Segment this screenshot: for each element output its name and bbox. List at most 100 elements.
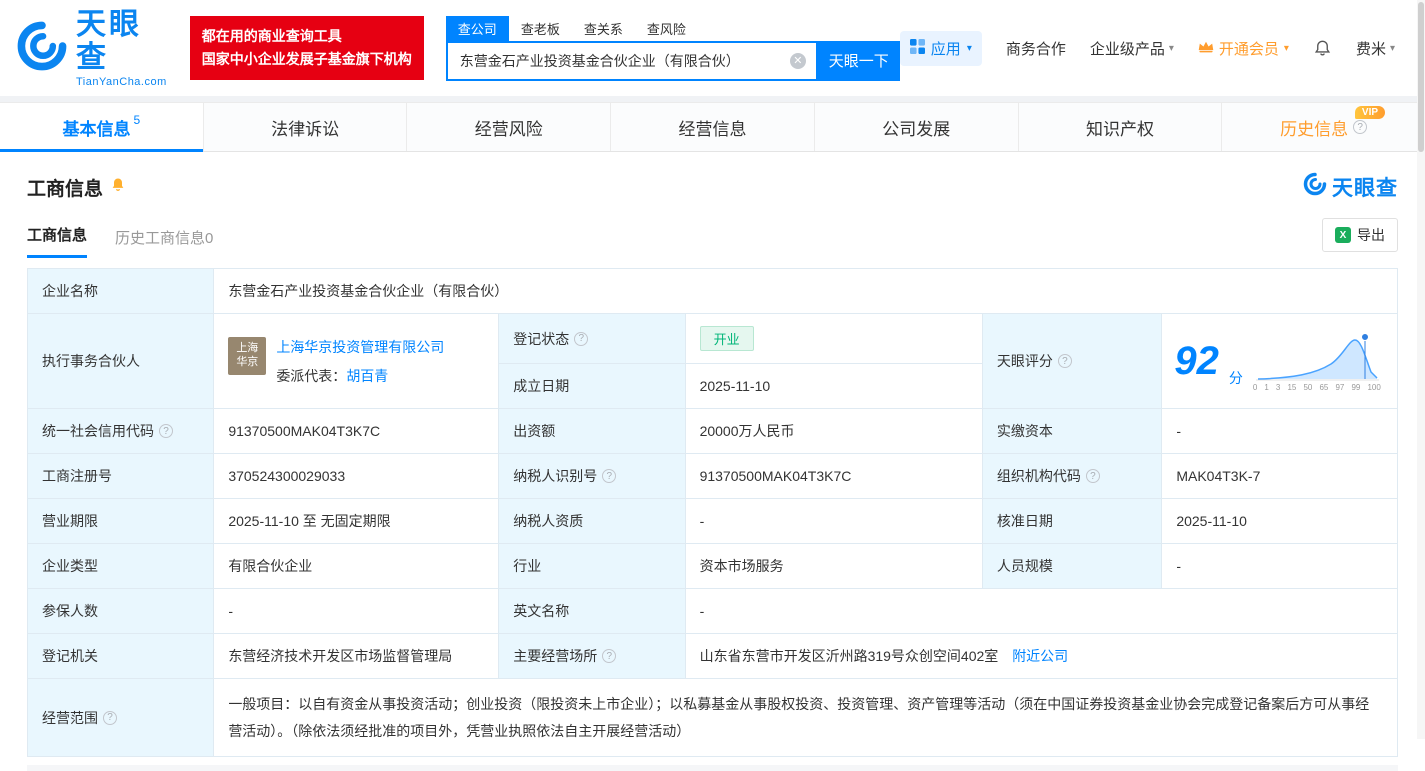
subtab-history-business-info[interactable]: 历史工商信息0 — [115, 227, 213, 258]
help-icon[interactable]: ? — [602, 469, 616, 483]
table-row: 登记机关 东营经济技术开发区市场监督管理局 主要经营场所 ? 山东省东营市开发区… — [28, 634, 1398, 679]
tab-operation-risk-label: 经营风险 — [475, 115, 543, 140]
help-icon[interactable]: ? — [103, 711, 117, 725]
taxpayer-id-label: 纳税人识别号 ? — [499, 454, 685, 499]
search-button[interactable]: 天眼一下 — [818, 41, 900, 81]
partner-logo: 上海 华京 — [228, 337, 266, 375]
insured-count-label: 参保人数 — [28, 589, 214, 634]
brand-watermark: 天眼查 — [1303, 172, 1398, 202]
business-address-label: 主要经营场所 ? — [499, 634, 685, 679]
vip-label: 开通会员 — [1219, 38, 1279, 59]
tab-basic-info[interactable]: 基本信息 5 — [0, 103, 204, 151]
table-row: 经营范围 ? 一般项目：以自有资金从事投资活动；创业投资（限投资未上市企业）；以… — [28, 679, 1398, 757]
table-row: 企业名称 东营金石产业投资基金合伙企业（有限合伙） — [28, 269, 1398, 314]
business-scope-value: 一般项目：以自有资金从事投资活动；创业投资（限投资未上市企业）；以私募基金从事股… — [214, 679, 1398, 757]
tianyan-score-cell: 92 分 0131550659799100 — [1162, 314, 1398, 409]
slogan-banner: 都在用的商业查询工具 国家中小企业发展子基金旗下机构 — [190, 16, 424, 80]
chevron-down-icon: ▾ — [967, 43, 972, 54]
search-box: ✕ — [446, 41, 818, 81]
search-tab-risk[interactable]: 查风险 — [635, 16, 698, 41]
apps-button[interactable]: 应用 ▾ — [900, 31, 982, 66]
company-name-value: 东营金石产业投资基金合伙企业（有限合伙） — [214, 269, 1398, 314]
score-chart-ticks: 0131550659799100 — [1253, 383, 1381, 392]
tab-intellectual-property[interactable]: 知识产权 — [1019, 103, 1223, 151]
help-icon[interactable]: ? — [574, 332, 588, 346]
partner-company-link[interactable]: 上海华京投资管理有限公司 — [276, 337, 444, 357]
nearby-companies-link[interactable]: 附近公司 — [1012, 648, 1068, 664]
business-term-label: 营业期限 — [28, 499, 214, 544]
paid-capital-label: 实缴资本 — [982, 409, 1161, 454]
tab-legal-litigation[interactable]: 法律诉讼 — [204, 103, 408, 151]
table-row: 营业期限 2025-11-10 至 无固定期限 纳税人资质 - 核准日期 202… — [28, 499, 1398, 544]
search-tab-relation[interactable]: 查关系 — [572, 16, 635, 41]
establish-date-label: 成立日期 — [499, 364, 685, 409]
credit-code-text: 统一社会信用代码 — [42, 421, 154, 441]
excel-icon: X — [1335, 227, 1351, 243]
tab-company-development-label: 公司发展 — [882, 115, 950, 140]
search-input[interactable] — [458, 52, 790, 70]
open-vip-button[interactable]: 开通会员 ▾ — [1198, 38, 1289, 59]
help-icon[interactable]: ? — [1086, 469, 1100, 483]
registration-status-cell: 开业 — [685, 314, 982, 364]
help-icon[interactable]: ? — [1353, 120, 1367, 134]
table-row: 统一社会信用代码 ? 91370500MAK04T3K7C 出资额 20000万… — [28, 409, 1398, 454]
org-code-label: 组织机构代码 ? — [982, 454, 1161, 499]
chevron-down-icon: ▾ — [1169, 43, 1174, 54]
status-badge: 开业 — [700, 326, 754, 351]
search-area: 查公司 查老板 查关系 查风险 ✕ 天眼一下 — [446, 16, 900, 81]
tab-operation-risk[interactable]: 经营风险 — [407, 103, 611, 151]
business-cooperation-label: 商务合作 — [1006, 38, 1066, 59]
reg-number-value: 370524300029033 — [214, 454, 499, 499]
crown-icon — [1198, 40, 1214, 57]
business-address-cell: 山东省东营市开发区沂州路319号众创空间402室 附近公司 — [685, 634, 1397, 679]
clear-icon[interactable]: ✕ — [790, 53, 806, 69]
tab-operation-info[interactable]: 经营信息 — [611, 103, 815, 151]
section-title: 工商信息 — [27, 174, 103, 201]
enterprise-products-label: 企业级产品 — [1090, 38, 1165, 59]
user-menu[interactable]: 费米 ▾ — [1356, 38, 1395, 59]
search-tab-boss[interactable]: 查老板 — [509, 16, 572, 41]
establish-date-value: 2025-11-10 — [685, 364, 982, 409]
apps-grid-icon — [910, 39, 925, 58]
company-nav-tabs: 基本信息 5 法律诉讼 经营风险 经营信息 公司发展 知识产权 VIP 历史信息… — [0, 102, 1425, 152]
insured-count-value: - — [214, 589, 499, 634]
reg-number-label: 工商注册号 — [28, 454, 214, 499]
industry-value: 资本市场服务 — [685, 544, 982, 589]
menu-business-cooperation[interactable]: 商务合作 — [1006, 38, 1066, 59]
search-tab-company[interactable]: 查公司 — [446, 16, 509, 41]
scrollbar-thumb[interactable] — [1418, 2, 1424, 152]
business-address-text: 主要经营场所 — [513, 646, 597, 666]
table-row: 企业类型 有限合伙企业 行业 资本市场服务 人员规模 - — [28, 544, 1398, 589]
menu-enterprise-products[interactable]: 企业级产品 ▾ — [1090, 38, 1174, 59]
capital-value: 20000万人民币 — [685, 409, 982, 454]
table-row: 执行事务合伙人 上海 华京 上海华京投资管理有限公司 委派代表：胡百青 — [28, 314, 1398, 364]
tab-history-info[interactable]: VIP 历史信息 ? — [1222, 103, 1425, 151]
registry-label: 登记机关 — [28, 634, 214, 679]
notification-bell-icon[interactable] — [1313, 38, 1332, 58]
delegate-link[interactable]: 胡百青 — [346, 368, 388, 384]
english-name-label: 英文名称 — [499, 589, 685, 634]
brand-watermark-label: 天眼查 — [1332, 172, 1398, 202]
company-type-label: 企业类型 — [28, 544, 214, 589]
tianyancha-logo[interactable]: 天眼查 TianYanCha.com — [16, 8, 174, 88]
delegate-label: 委派代表： — [276, 368, 346, 384]
scrollbar[interactable] — [1417, 0, 1425, 739]
help-icon[interactable]: ? — [602, 649, 616, 663]
partner-logo-line1: 上海 — [236, 342, 258, 356]
company-name-label: 企业名称 — [28, 269, 214, 314]
tab-company-development[interactable]: 公司发展 — [815, 103, 1019, 151]
score-unit: 分 — [1229, 368, 1243, 388]
business-info-table: 企业名称 东营金石产业投资基金合伙企业（有限合伙） 执行事务合伙人 上海 华京 … — [27, 268, 1398, 757]
chevron-down-icon: ▾ — [1390, 43, 1395, 54]
approval-date-value: 2025-11-10 — [1162, 499, 1398, 544]
subtab-history-label: 历史工商信息 — [115, 230, 205, 247]
export-button[interactable]: X 导出 — [1322, 218, 1398, 252]
help-icon[interactable]: ? — [1058, 354, 1072, 368]
subtab-business-info[interactable]: 工商信息 — [27, 224, 87, 258]
score-chart: 0131550659799100 — [1253, 330, 1381, 392]
registration-status-text: 登记状态 — [513, 329, 569, 349]
help-icon[interactable]: ? — [159, 424, 173, 438]
notice-bell-icon[interactable] — [110, 176, 126, 199]
paid-capital-value: - — [1162, 409, 1398, 454]
industry-label: 行业 — [499, 544, 685, 589]
